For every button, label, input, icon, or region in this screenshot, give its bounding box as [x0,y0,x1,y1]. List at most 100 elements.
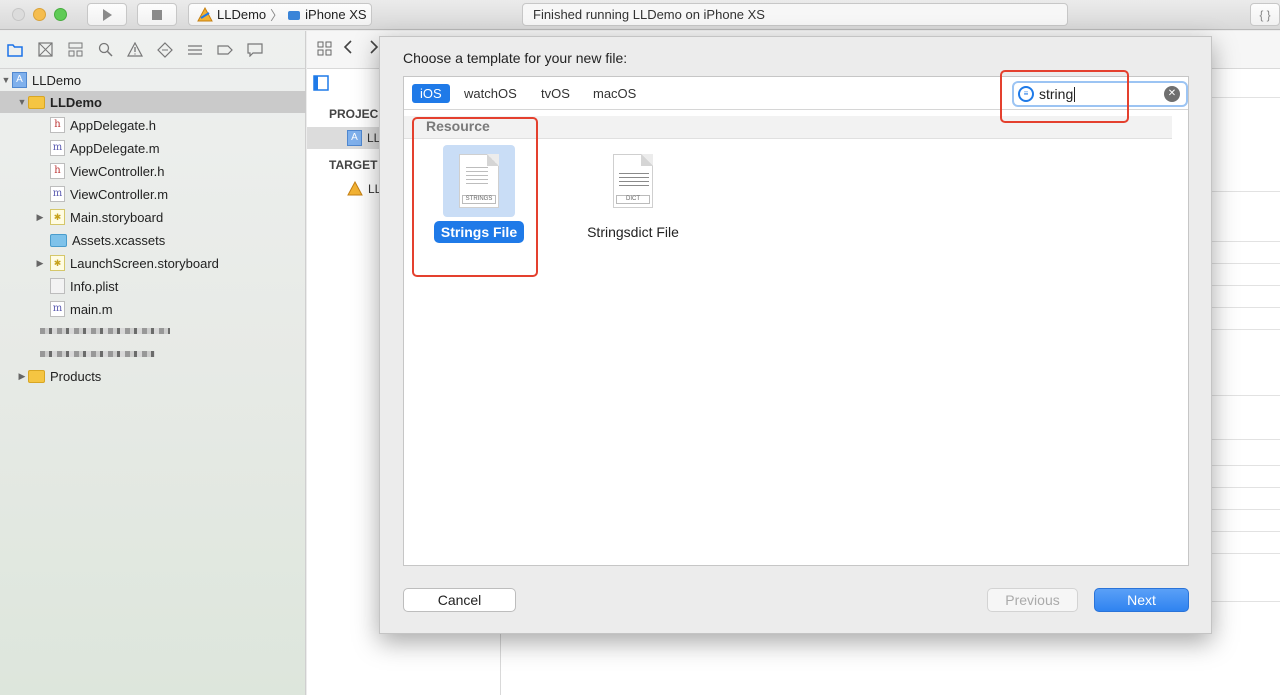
navigator-selector-bar [0,31,305,69]
highlight-search [1000,70,1129,123]
zoom-window-button[interactable] [54,8,67,21]
project-icon: A [12,72,27,88]
tree-row-label: LLDemo [50,94,102,110]
tree-row-project-root[interactable]: ▼ A LLDemo [0,69,306,91]
tab-ios[interactable]: iOS [412,84,450,103]
tree-row-file[interactable]: Info.plist [0,275,306,297]
implementation-file-icon: m [50,301,65,317]
source-control-icon[interactable] [36,41,54,59]
scheme-device-name: iPhone XS [305,7,367,22]
app-target-icon [347,181,363,196]
tree-row-file[interactable]: Assets.xcassets [0,229,306,251]
tab-tvos[interactable]: tvOS [533,84,578,103]
sheet-title: Choose a template for your new file: [403,50,628,66]
stop-button[interactable] [137,3,177,26]
warning-icon[interactable] [126,41,144,59]
template-label: Stringsdict File [587,224,679,240]
tree-row-file[interactable]: h AppDelegate.h [0,114,306,136]
tab-macos[interactable]: macOS [585,84,644,103]
header-file-icon: h [50,117,65,133]
tree-row-file[interactable]: ▶ ✱ Main.storyboard [0,206,306,228]
scheme-selector[interactable]: LLDemo 〉 iPhone XS [188,3,372,26]
symbol-navigator-icon[interactable] [66,41,84,59]
tree-row-file[interactable]: h ViewController.h [0,160,306,182]
divider [1210,553,1280,554]
pixelated-redaction [40,351,155,357]
disclosure-closed-icon[interactable]: ▶ [16,371,28,382]
project-navigator: ▼ A LLDemo ▼ LLDemo h AppDelegate.h m Ap… [0,31,306,695]
debug-navigator-icon[interactable] [186,41,204,59]
divider [1210,465,1280,466]
tree-row-label: Products [50,368,102,384]
grid-icon[interactable] [317,41,332,60]
run-button[interactable] [87,3,127,26]
close-window-button[interactable] [12,8,25,21]
implementation-file-icon: m [50,140,65,156]
template-stringsdict-file[interactable]: DICT Stringsdict File [568,145,698,251]
disclosure-open-icon[interactable]: ▼ [0,75,12,85]
storyboard-icon: ✱ [50,209,65,225]
disclosure-closed-icon[interactable]: ▶ [34,212,46,223]
forward-chevron-icon[interactable] [369,39,379,59]
cancel-button[interactable]: Cancel [403,588,516,612]
folder-icon [28,369,45,383]
pixelated-redaction [40,328,170,334]
find-icon[interactable] [96,41,114,59]
project-icon: A [347,130,362,146]
divider [1210,601,1280,602]
tree-row-label: main.m [70,301,113,317]
asset-catalog-icon [50,233,67,247]
divider [1210,307,1280,308]
tree-row-file[interactable]: ▶ ✱ LaunchScreen.storyboard [0,252,306,274]
tree-row-file[interactable]: m main.m [0,298,306,320]
tree-row-file[interactable]: m ViewController.m [0,183,306,205]
code-snippet-library-button[interactable]: { } [1250,3,1280,26]
chevron-right-icon: 〉 [270,8,284,23]
back-chevron-icon[interactable] [343,39,353,59]
sidebar-toggle-icon[interactable] [313,75,329,95]
stop-icon [152,9,162,20]
divider [1210,285,1280,286]
tree-row-file[interactable]: m AppDelegate.m [0,137,306,159]
project-section-label: PROJEC [329,107,379,121]
highlight-strings-template [412,117,538,277]
targets-section-label: TARGET [329,158,378,172]
tree-row-label: ViewController.m [70,186,169,202]
clear-search-icon[interactable]: ✕ [1164,86,1180,102]
next-button[interactable]: Next [1094,588,1189,612]
header-file-icon: h [50,163,65,179]
breakpoint-icon[interactable] [216,41,234,59]
previous-button[interactable]: Previous [987,588,1078,612]
tree-row-label: Info.plist [70,278,119,294]
divider [1210,329,1280,330]
tree-row-label: ViewController.h [70,163,165,179]
report-navigator-icon[interactable] [246,41,264,59]
tree-row-label: AppDelegate.m [70,140,160,156]
tree-row-label: AppDelegate.h [70,117,157,133]
divider [1210,531,1280,532]
disclosure-open-icon[interactable]: ▼ [16,97,28,107]
minimize-window-button[interactable] [33,8,46,21]
window-toolbar: LLDemo 〉 iPhone XS Finished running LLDe… [0,0,1280,30]
plist-file-icon [50,278,65,294]
tree-row-group[interactable]: ▼ LLDemo [0,91,306,113]
tree-row-obscured[interactable] [0,320,306,342]
divider [1210,395,1280,396]
tree-row-obscured[interactable] [0,343,306,365]
divider [1210,439,1280,440]
divider [1210,487,1280,488]
folder-icon[interactable] [6,41,24,59]
tab-watchos[interactable]: watchOS [456,84,525,103]
divider [1210,509,1280,510]
disclosure-closed-icon[interactable]: ▶ [34,258,46,269]
divider [1210,191,1280,192]
tree-row-label: Assets.xcassets [72,232,166,248]
tree-row-label: LLDemo [32,72,82,88]
play-icon [103,8,112,21]
device-icon [288,10,301,20]
folder-icon [28,95,45,109]
tree-row-label: Main.storyboard [70,209,164,225]
test-navigator-icon[interactable] [156,41,174,59]
tree-row-products[interactable]: ▶ Products [0,365,306,387]
storyboard-icon: ✱ [50,255,65,271]
